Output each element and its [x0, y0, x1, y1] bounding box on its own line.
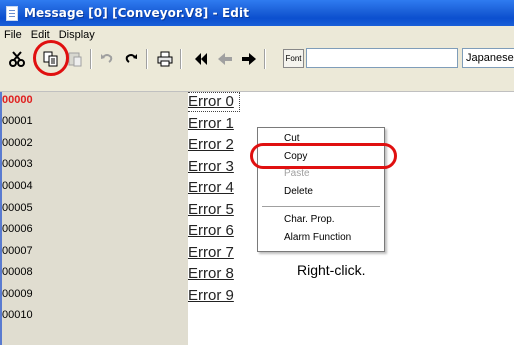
context-menu-delete[interactable]: Delete [284, 186, 313, 197]
toolbar-separator [146, 49, 148, 69]
document-icon [6, 5, 18, 21]
copy-button-highlight [33, 40, 69, 76]
font-field[interactable] [306, 48, 458, 68]
toolbar-separator [264, 49, 266, 69]
window-title: Message [0] [Conveyor.V8] - Edit [24, 6, 250, 20]
menu-display[interactable]: Display [59, 29, 95, 41]
font-button[interactable]: Font [283, 49, 304, 68]
message-line[interactable]: Error 8 [188, 265, 234, 282]
title-bar[interactable]: Message [0] [Conveyor.V8] - Edit [0, 0, 514, 26]
line-number: 00002 [2, 137, 33, 149]
redo-icon[interactable] [120, 48, 142, 70]
message-line[interactable]: Error 2 [188, 136, 234, 153]
left-edge [0, 92, 2, 345]
line-number: 00005 [2, 202, 33, 214]
toolbar: Font Japanese [0, 44, 514, 92]
menu-file[interactable]: File [4, 29, 22, 41]
line-number: 00003 [2, 158, 33, 170]
undo-icon[interactable] [96, 48, 118, 70]
menu-edit[interactable]: Edit [31, 29, 50, 41]
message-line[interactable]: Error 3 [188, 158, 234, 175]
line-number: 00001 [2, 115, 33, 127]
context-menu-alarm-function[interactable]: Alarm Function [284, 232, 351, 243]
context-menu-separator [262, 206, 380, 208]
message-line[interactable]: Error 5 [188, 201, 234, 218]
line-number: 00004 [2, 180, 33, 192]
message-line[interactable]: Error 4 [188, 179, 234, 196]
toolbar-separator [90, 49, 92, 69]
toolbar-separator [180, 49, 182, 69]
context-menu-paste[interactable]: Paste [284, 168, 310, 179]
line-number-column: 00000 00001 00002 00003 00004 00005 0000… [0, 92, 188, 345]
context-menu-char-prop[interactable]: Char. Prop. [284, 214, 335, 225]
first-icon[interactable] [190, 48, 212, 70]
message-line[interactable]: Error 9 [188, 287, 234, 304]
message-line[interactable]: Error 0 [188, 93, 234, 110]
line-number: 00000 [2, 94, 33, 106]
edit-window: Message [0] [Conveyor.V8] - Edit File Ed… [0, 0, 514, 345]
previous-icon[interactable] [214, 48, 236, 70]
cut-icon[interactable] [6, 48, 28, 70]
right-click-hint: Right-click. [297, 262, 366, 278]
next-icon[interactable] [238, 48, 260, 70]
line-number: 00006 [2, 223, 33, 235]
message-line[interactable]: Error 1 [188, 115, 234, 132]
message-line[interactable]: Error 6 [188, 222, 234, 239]
line-number: 00009 [2, 288, 33, 300]
line-number: 00008 [2, 266, 33, 278]
message-line[interactable]: Error 7 [188, 244, 234, 261]
line-number: 00010 [2, 309, 33, 321]
menu-bar: File Edit Display [0, 26, 514, 44]
print-icon[interactable] [154, 48, 176, 70]
copy-item-highlight [250, 143, 397, 169]
line-number: 00007 [2, 245, 33, 257]
language-select[interactable]: Japanese [462, 48, 514, 68]
